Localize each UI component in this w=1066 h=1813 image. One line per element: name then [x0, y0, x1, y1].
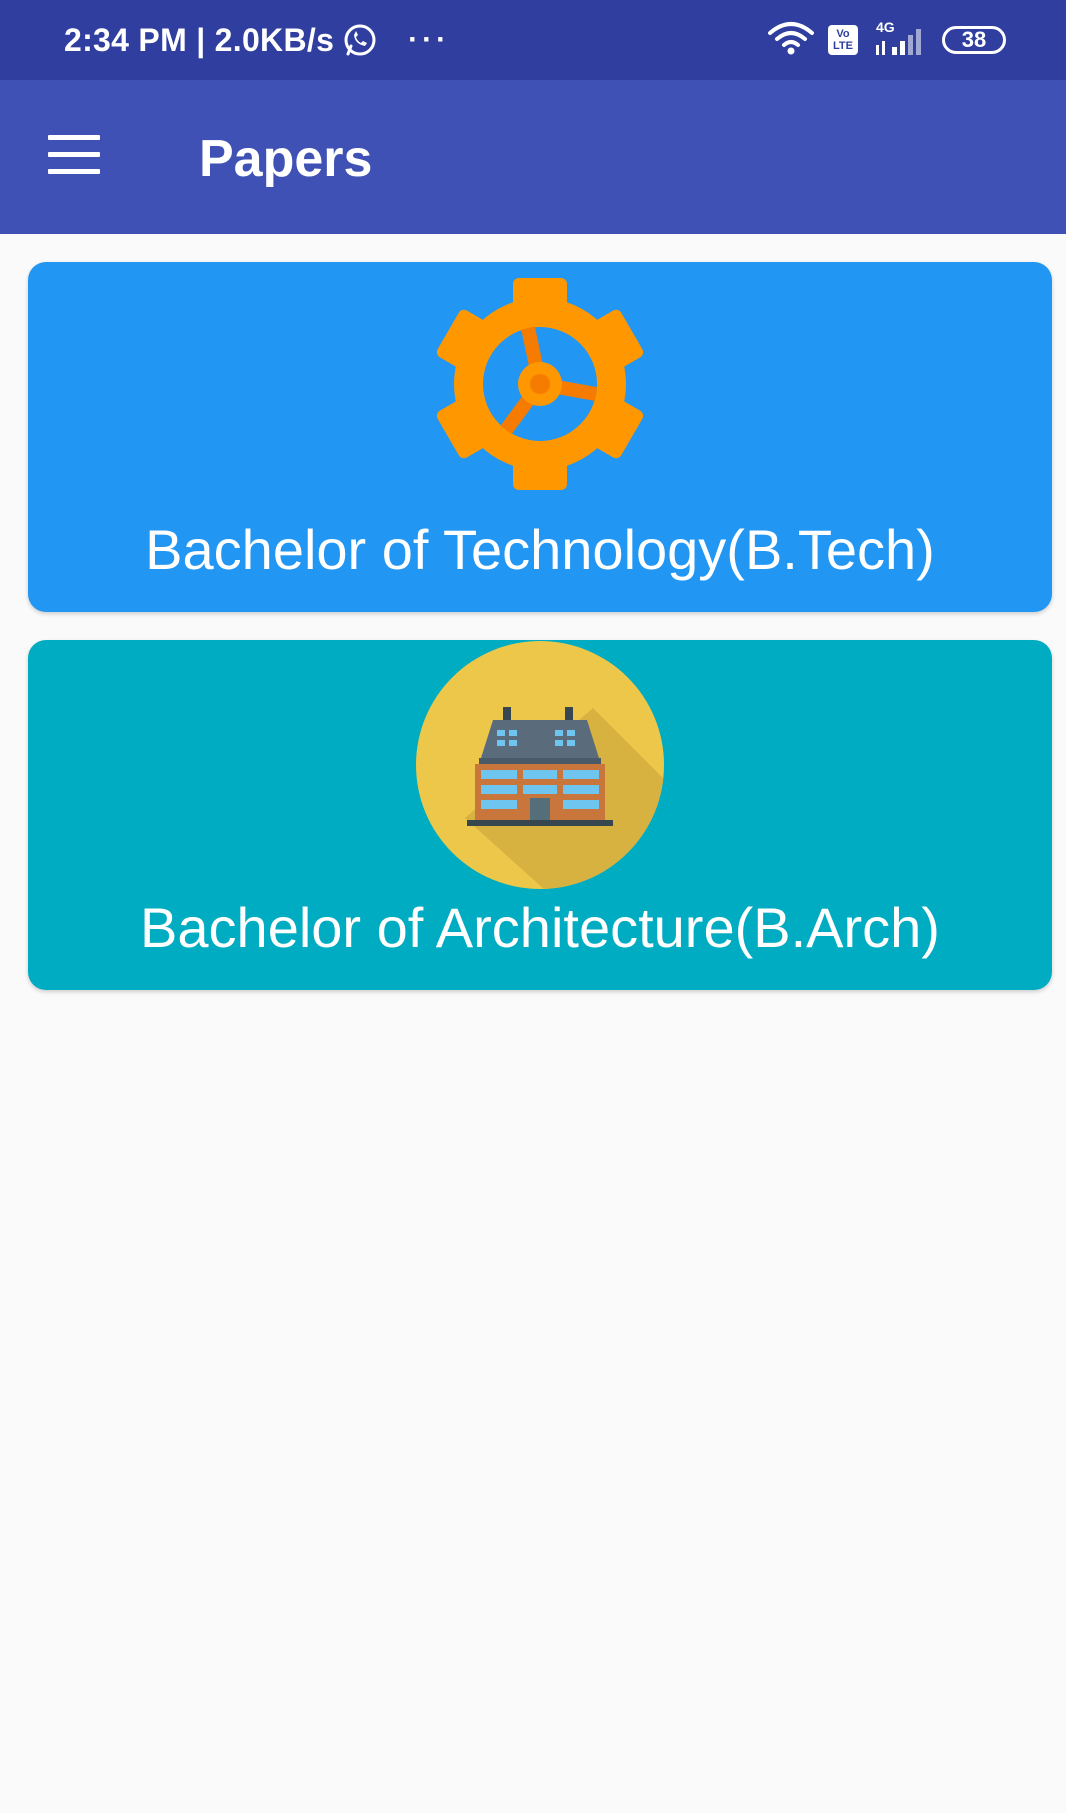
page-title: Papers: [199, 130, 373, 188]
battery-indicator: 38: [942, 26, 1006, 54]
volte-icon: Vo LTE: [828, 25, 858, 55]
overflow-dots: ···: [408, 23, 451, 56]
volte-line1: Vo: [836, 28, 850, 40]
signal-icon: 4G: [872, 19, 928, 57]
btech-card[interactable]: Bachelor of Technology(B.Tech): [28, 262, 1052, 612]
whatsapp-icon: [342, 22, 378, 58]
btech-label: Bachelor of Technology(B.Tech): [145, 518, 935, 581]
wifi-icon: [768, 21, 814, 60]
barch-label: Bachelor of Architecture(B.Arch): [140, 896, 940, 959]
building-icon: [415, 640, 665, 890]
status-left: 2:34 PM | 2.0KB/s ···: [64, 22, 450, 59]
app-bar: Papers: [0, 80, 1066, 234]
status-bar: 2:34 PM | 2.0KB/s ··· Vo LTE 4G 38: [0, 0, 1066, 80]
volte-line2: LTE: [833, 40, 853, 52]
barch-card[interactable]: Bachelor of Architecture(B.Arch): [28, 640, 1052, 990]
status-time-speed: 2:34 PM | 2.0KB/s: [64, 21, 335, 58]
gear-icon: [432, 276, 648, 492]
status-right: Vo LTE 4G 38: [768, 19, 1006, 60]
hamburger-menu-icon[interactable]: [48, 135, 104, 175]
